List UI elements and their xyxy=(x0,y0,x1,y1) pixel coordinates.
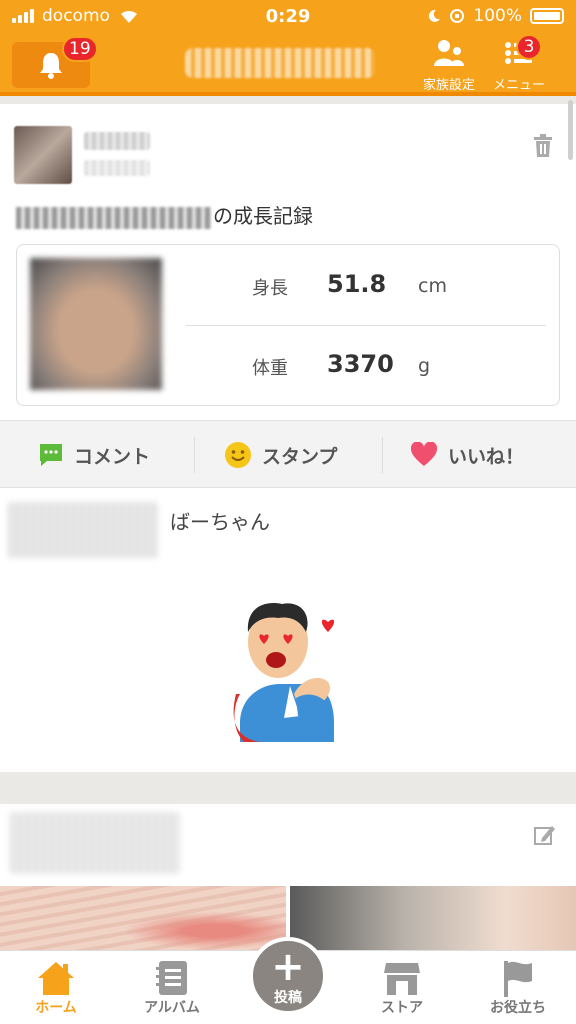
photo-poster-avatar xyxy=(10,812,180,874)
battery-percent: 100% xyxy=(473,6,522,26)
family-icon xyxy=(434,40,464,66)
plus-icon: + xyxy=(271,944,305,990)
family-name-title xyxy=(185,48,375,78)
height-value: 51.8 xyxy=(327,270,387,298)
commenter-name: ばーちゃん xyxy=(170,510,270,534)
like-label: いいね！ xyxy=(448,445,525,468)
photo-thumbnail[interactable] xyxy=(0,886,286,950)
like-button[interactable]: いいね！ xyxy=(410,421,524,489)
tab-help[interactable]: お役立ち xyxy=(468,957,568,1017)
album-icon xyxy=(156,961,187,995)
post-separator xyxy=(0,772,576,804)
stamp-button[interactable]: スタンプ xyxy=(224,421,337,489)
menu-button[interactable]: メニュー 3 xyxy=(484,34,554,93)
tab-store-label: ストア xyxy=(381,1000,423,1016)
height-label: 身長 xyxy=(252,278,288,299)
tab-help-label: お役立ち xyxy=(490,1000,546,1016)
weight-label: 体重 xyxy=(252,358,288,379)
app-header: 19 家族設定 メニュー 3 xyxy=(0,34,576,96)
trash-icon[interactable] xyxy=(532,134,554,158)
notification-button[interactable]: 19 xyxy=(12,36,98,88)
post-date xyxy=(84,160,150,176)
bell-icon xyxy=(40,53,62,79)
tab-album[interactable]: アルバム xyxy=(122,957,222,1017)
scroll-indicator[interactable] xyxy=(568,100,573,160)
comment-button[interactable]: コメント xyxy=(38,421,150,489)
smiley-icon xyxy=(225,442,251,468)
weight-unit: g xyxy=(418,355,431,377)
post-button-label: 投稿 xyxy=(274,990,302,1006)
comment-label: コメント xyxy=(74,445,151,468)
menu-label: メニュー xyxy=(492,78,545,93)
action-divider xyxy=(194,437,195,473)
tab-home-label: ホーム xyxy=(35,1000,77,1016)
battery-icon xyxy=(530,8,564,24)
tab-album-label: アルバム xyxy=(144,1000,200,1016)
post-action-bar: コメント スタンプ いいね！ xyxy=(0,420,576,488)
tab-home[interactable]: ホーム xyxy=(6,957,106,1017)
growth-divider xyxy=(186,325,546,326)
store-icon xyxy=(384,963,420,995)
tab-store[interactable]: ストア xyxy=(352,957,452,1017)
photo-thumbnail[interactable] xyxy=(290,886,576,950)
orientation-lock-icon xyxy=(450,9,465,23)
home-icon xyxy=(38,962,74,995)
moon-icon xyxy=(429,9,441,22)
family-settings-button[interactable]: 家族設定 xyxy=(414,38,484,93)
height-unit: cm xyxy=(418,275,447,297)
post-button[interactable]: + 投稿 xyxy=(249,937,327,1015)
child-photo[interactable] xyxy=(30,258,162,390)
comment-icon xyxy=(40,444,62,466)
growth-record-suffix: の成長記録 xyxy=(213,204,313,228)
flag-icon xyxy=(504,961,532,997)
feed-spacer xyxy=(0,96,576,104)
notification-badge: 19 xyxy=(62,36,98,62)
child-name-mask xyxy=(16,206,211,229)
stamp-label: スタンプ xyxy=(262,445,338,468)
heart-icon xyxy=(410,442,438,466)
family-settings-label: 家族設定 xyxy=(422,78,475,93)
weight-value: 3370 xyxy=(327,350,394,378)
status-bar: docomo 0:29 100% xyxy=(0,0,576,34)
growth-record-title: の成長記録 xyxy=(16,200,313,229)
action-divider xyxy=(382,437,383,473)
edit-icon[interactable] xyxy=(534,824,556,846)
commenter-avatar xyxy=(8,502,158,558)
love-stamp-sticker xyxy=(233,603,335,742)
poster-name xyxy=(84,132,150,150)
menu-badge: 3 xyxy=(516,34,542,60)
poster-avatar[interactable] xyxy=(14,126,72,184)
